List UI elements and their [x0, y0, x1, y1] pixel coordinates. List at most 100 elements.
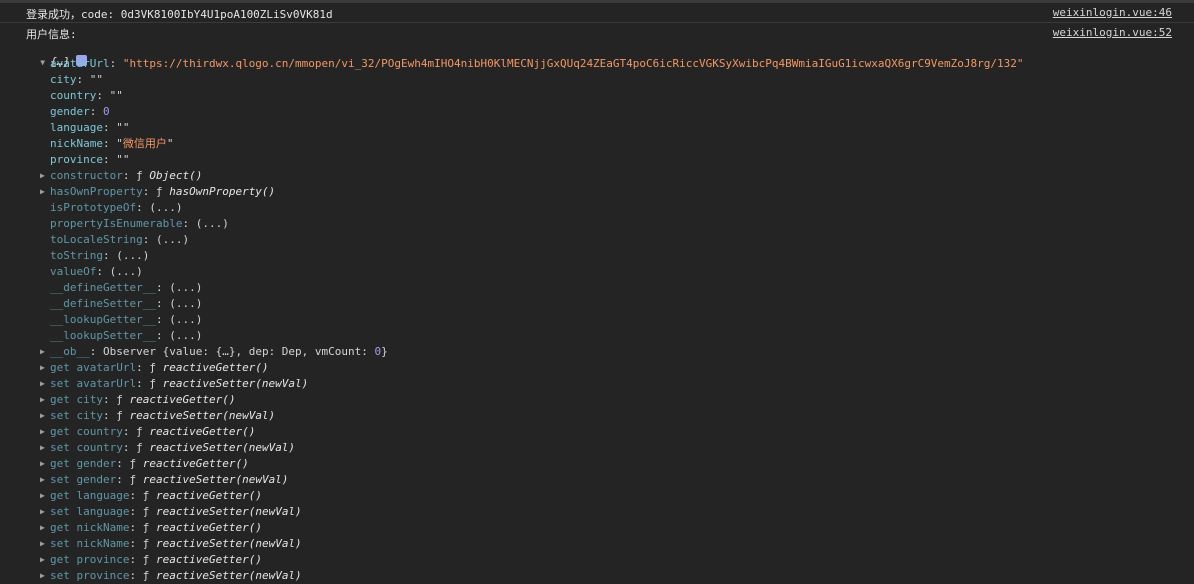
property-key: isPrototypeOf — [50, 201, 137, 214]
function-glyph: ƒ — [142, 505, 156, 518]
triangle-right-icon[interactable]: ▶ — [40, 456, 50, 472]
property-value: (...) — [169, 329, 203, 342]
source-link[interactable]: weixinlogin.vue:46 — [1053, 6, 1172, 19]
property-separator: : — [122, 169, 137, 182]
property-content: set avatarUrl: ƒ reactiveSetter(newVal) — [50, 376, 308, 392]
property-key: set nickName — [50, 537, 130, 550]
property-content: toString: (...) — [50, 248, 149, 264]
property-content: constructor: ƒ Object() — [50, 168, 202, 184]
property-content: get avatarUrl: ƒ reactiveGetter() — [50, 360, 269, 376]
property-separator: : — [129, 569, 143, 582]
property-separator: : — [89, 345, 103, 358]
property-value-string: 微信用户 — [122, 137, 167, 150]
property-content: country: "" — [50, 88, 123, 104]
property-value: (...) — [169, 281, 203, 294]
property-key: constructor — [50, 169, 123, 182]
property-separator: : — [155, 313, 170, 326]
property-separator: : — [129, 553, 143, 566]
property-value: (...) — [169, 297, 203, 310]
property-separator: : — [129, 505, 143, 518]
function-signature: hasOwnProperty() — [169, 185, 276, 198]
property-value: (...) — [195, 217, 229, 230]
property-value-tail: } — [381, 345, 388, 358]
property-value: (...) — [149, 201, 183, 214]
function-signature: reactiveGetter() — [162, 361, 269, 374]
property-separator: : — [129, 537, 143, 550]
property-content: get gender: ƒ reactiveGetter() — [50, 456, 249, 472]
property-content: isPrototypeOf: (...) — [50, 200, 182, 216]
property-key: set country — [50, 441, 123, 454]
console-message-login: 登录成功，code: 0d3VK8100IbY4U1poA100ZLiSv0VK… — [0, 3, 1194, 23]
function-glyph: ƒ — [116, 393, 130, 406]
property-content: nickName: "微信用户" — [50, 136, 173, 152]
triangle-right-icon[interactable]: ▶ — [40, 520, 50, 536]
triangle-right-icon[interactable]: ▶ — [40, 568, 50, 584]
property-content: city: "" — [50, 72, 103, 88]
triangle-right-icon[interactable]: ▶ — [40, 488, 50, 504]
property-separator: : — [155, 329, 170, 342]
triangle-right-icon[interactable]: ▶ — [40, 536, 50, 552]
triangle-right-icon[interactable]: ▶ — [40, 184, 50, 200]
property-separator: : — [155, 297, 170, 310]
property-key: city — [50, 73, 77, 86]
triangle-right-icon[interactable]: ▶ — [40, 408, 50, 424]
property-key: language — [50, 121, 103, 134]
property-content: set nickName: ƒ reactiveSetter(newVal) — [50, 536, 302, 552]
property-key: province — [50, 153, 103, 166]
property-separator: : — [129, 489, 143, 502]
triangle-right-icon[interactable]: ▶ — [40, 472, 50, 488]
source-link[interactable]: weixinlogin.vue:52 — [1053, 26, 1172, 39]
property-key: __ob__ — [50, 345, 90, 358]
property-content: get city: ƒ reactiveGetter() — [50, 392, 235, 408]
function-signature: reactiveSetter(newVal) — [155, 569, 302, 582]
triangle-right-icon[interactable]: ▶ — [40, 424, 50, 440]
property-value: Observer {value: {…}, dep: Dep, vmCount: — [103, 345, 375, 358]
property-key: valueOf — [50, 265, 97, 278]
property-key: hasOwnProperty — [50, 185, 143, 198]
triangle-right-icon[interactable]: ▶ — [40, 552, 50, 568]
triangle-right-icon[interactable]: ▶ — [40, 504, 50, 520]
property-separator: : — [76, 73, 90, 86]
property-key: get nickName — [50, 521, 130, 534]
property-value: (...) — [155, 233, 190, 246]
property-value: (...) — [116, 249, 150, 262]
property-value: 0 — [103, 105, 110, 118]
property-content: get province: ƒ reactiveGetter() — [50, 552, 262, 568]
property-content: get country: ƒ reactiveGetter() — [50, 424, 255, 440]
property-key: __lookupGetter__ — [50, 313, 156, 326]
property-content: set city: ƒ reactiveSetter(newVal) — [50, 408, 275, 424]
triangle-right-icon[interactable]: ▶ — [40, 440, 50, 456]
function-signature: reactiveGetter() — [155, 489, 262, 502]
property-separator: : — [136, 201, 150, 214]
triangle-right-icon[interactable]: ▶ — [40, 344, 50, 360]
triangle-right-icon[interactable]: ▶ — [40, 392, 50, 408]
triangle-right-icon[interactable]: ▶ — [40, 168, 50, 184]
triangle-down-icon[interactable]: ▼ — [40, 58, 50, 67]
property-value: "" — [109, 89, 123, 102]
property-key: set province — [50, 569, 130, 582]
property-content: gender: 0 — [50, 104, 110, 120]
property-content: __defineGetter__: (...) — [50, 280, 202, 296]
property-content: province: "" — [50, 152, 129, 168]
function-signature: reactiveSetter(newVal) — [155, 537, 302, 550]
property-separator: : — [136, 377, 150, 390]
property-separator: : — [182, 217, 196, 230]
property-separator: : — [102, 137, 117, 150]
property-separator: : — [136, 361, 150, 374]
triangle-right-icon[interactable]: ▶ — [40, 360, 50, 376]
property-content: set language: ƒ reactiveSetter(newVal) — [50, 504, 302, 520]
property-content: get nickName: ƒ reactiveGetter() — [50, 520, 262, 536]
property-key: get avatarUrl — [50, 361, 137, 374]
property-key: set avatarUrl — [50, 377, 137, 390]
triangle-right-icon[interactable]: ▶ — [40, 376, 50, 392]
property-separator: : — [96, 265, 110, 278]
function-glyph: ƒ — [129, 473, 143, 486]
function-signature: reactiveGetter() — [155, 553, 262, 566]
property-key: set language — [50, 505, 130, 518]
function-signature: reactiveSetter(newVal) — [129, 409, 276, 422]
function-signature: Object() — [149, 169, 203, 182]
property-content: __ob__: Observer {value: {…}, dep: Dep, … — [50, 344, 388, 360]
property-content: hasOwnProperty: ƒ hasOwnProperty() — [50, 184, 275, 200]
property-key: set city — [50, 409, 103, 422]
property-key: get city — [50, 393, 103, 406]
